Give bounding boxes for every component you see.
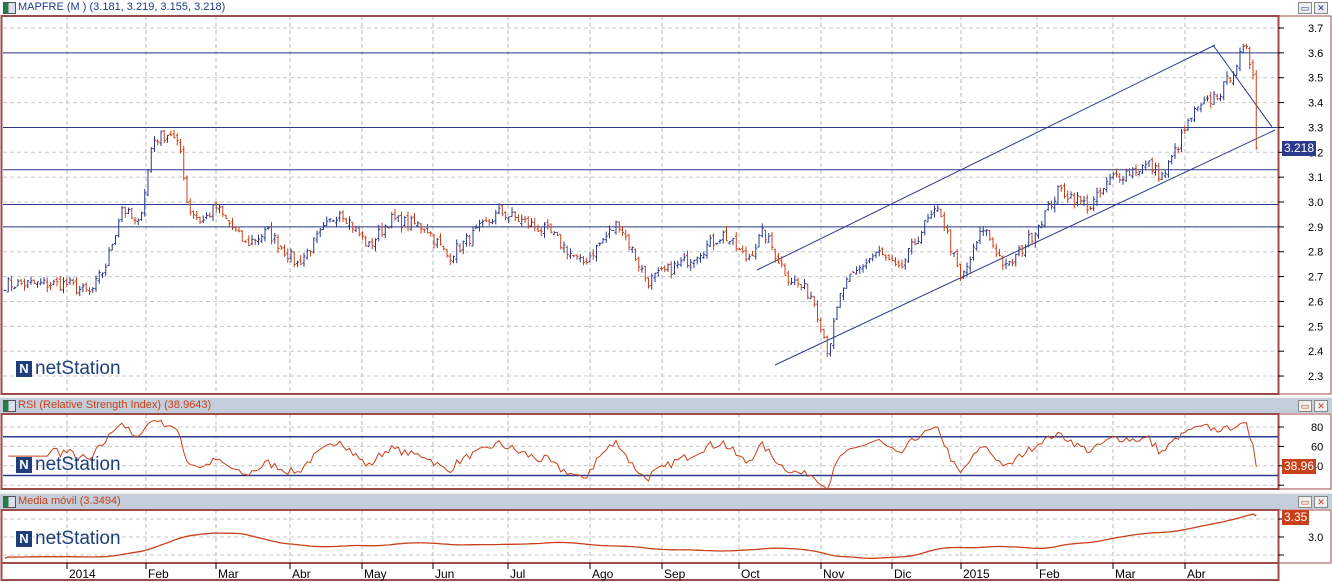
- rsi-last-tag: 38.96: [1282, 459, 1317, 474]
- ma-panel: Media móvil (3.3494) ▭ ✕ 3.0 2014 Feb Mar Abr…: [0, 494, 1332, 582]
- x-tick-label: Feb: [148, 567, 169, 581]
- y-tick-label: 2.3: [1308, 371, 1323, 383]
- y-tick-label: 3.0: [1308, 197, 1323, 209]
- ma-last-tag: 3.35: [1282, 510, 1310, 525]
- y-tick-label: 80: [1311, 422, 1323, 434]
- y-tick-label: 3.3: [1308, 122, 1323, 134]
- x-tick-label: Mar: [1115, 567, 1136, 581]
- y-tick-label: 3.6: [1308, 48, 1323, 60]
- trend-line: [756, 44, 1216, 271]
- date-axis: [0, 562, 1280, 581]
- x-tick-label: Oct: [741, 567, 760, 581]
- y-tick-label: 2.6: [1308, 296, 1323, 308]
- ma-chart[interactable]: 3.0 2014 Feb Mar Abr May Jun Jul Ago Sep Oct Nov Dic…: [0, 494, 1332, 582]
- x-tick-label: 2015: [963, 567, 990, 581]
- y-tick-label: 3.4: [1308, 98, 1323, 110]
- x-tick-label: Ago: [592, 567, 614, 581]
- x-tick-label: Abr: [292, 567, 311, 581]
- y-tick-label: 3.0: [1308, 532, 1323, 544]
- trend-line: [1212, 44, 1273, 128]
- x-tick-label: Feb: [1039, 567, 1060, 581]
- y-tick-label: 2.4: [1308, 346, 1323, 358]
- rsi-chart[interactable]: 806040: [0, 398, 1332, 492]
- x-tick-label: May: [364, 567, 387, 581]
- x-tick-label: Mar: [218, 567, 239, 581]
- rsi-line: [8, 419, 1257, 491]
- x-tick-label: Dic: [894, 567, 911, 581]
- y-tick-label: 3.7: [1308, 23, 1323, 35]
- x-tick-label: Nov: [823, 567, 844, 581]
- x-tick-label: 2014: [69, 567, 96, 581]
- y-tick-label: 2.8: [1308, 247, 1323, 259]
- x-tick-label: Jul: [510, 567, 525, 581]
- y-tick-label: 2.7: [1308, 272, 1323, 284]
- x-tick-label: Sep: [664, 567, 686, 581]
- x-tick-label: Abr: [1187, 567, 1206, 581]
- y-tick-label: 3.1: [1308, 172, 1323, 184]
- price-panel: MAPFRE (M ) (3.181, 3.219, 3.155, 3.218)…: [0, 0, 1332, 396]
- netstation-logo: NnetStation: [16, 528, 121, 550]
- y-tick-label: 2.9: [1308, 222, 1323, 234]
- y-tick-label: 2.5: [1308, 321, 1323, 333]
- rsi-panel: RSI (Relative Strength Index) (38.9643) …: [0, 398, 1332, 492]
- y-tick-label: 3.5: [1308, 73, 1323, 85]
- netstation-logo: NnetStation: [16, 454, 121, 476]
- y-tick-label: 60: [1311, 441, 1323, 453]
- price-chart[interactable]: 3.73.63.53.43.33.23.13.02.92.82.72.62.52…: [0, 0, 1332, 396]
- netstation-logo: NnetStation: [16, 358, 121, 380]
- x-tick-label: Jun: [435, 567, 454, 581]
- price-last-tag: 3.218: [1282, 141, 1317, 156]
- moving-average-line: [4, 513, 1257, 559]
